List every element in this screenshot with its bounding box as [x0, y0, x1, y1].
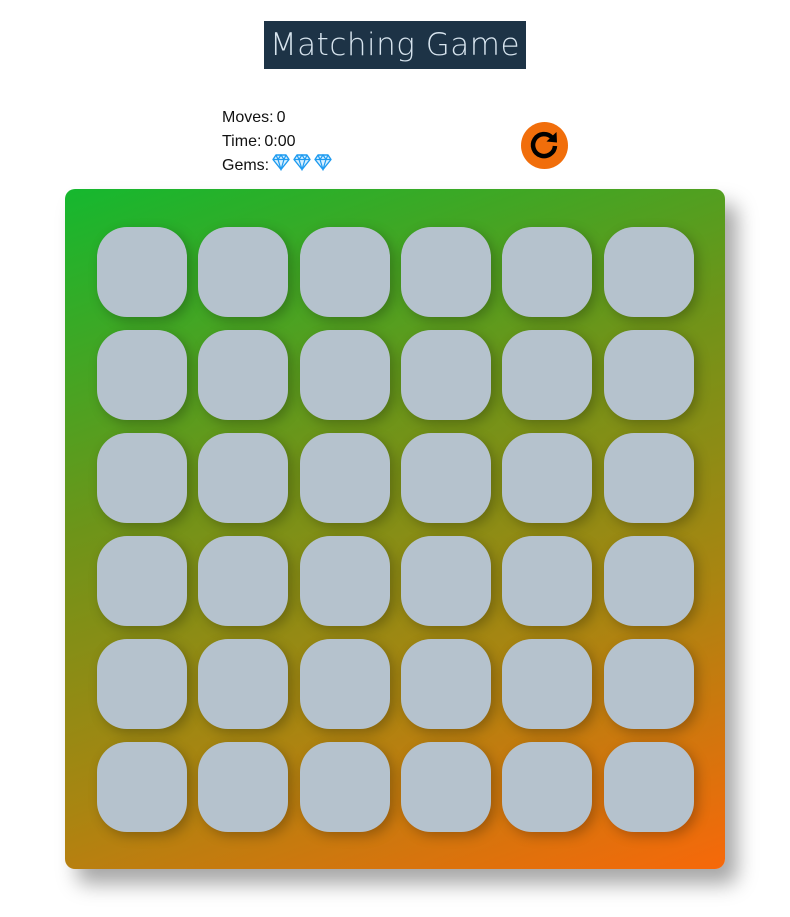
moves-value: 0 [276, 109, 286, 126]
card[interactable] [97, 742, 187, 832]
card[interactable] [603, 742, 694, 832]
card[interactable] [299, 433, 390, 523]
card[interactable] [400, 639, 491, 729]
card[interactable] [603, 536, 694, 626]
card[interactable] [502, 330, 593, 420]
card[interactable] [198, 742, 289, 832]
card[interactable] [400, 330, 491, 420]
score-panel: Moves: 0 Time: 0:00 Gems: [222, 106, 335, 178]
card[interactable] [400, 433, 491, 523]
card[interactable] [299, 330, 390, 420]
card[interactable] [502, 227, 593, 317]
card[interactable] [603, 330, 694, 420]
card[interactable] [198, 433, 289, 523]
card[interactable] [502, 536, 593, 626]
time-label: Time: [222, 133, 262, 150]
moves-counter: Moves: 0 [222, 106, 335, 130]
card[interactable] [97, 330, 187, 420]
card[interactable] [299, 639, 390, 729]
moves-label: Moves: [222, 109, 274, 126]
card[interactable] [603, 639, 694, 729]
card[interactable] [502, 742, 593, 832]
card[interactable] [198, 536, 289, 626]
card[interactable] [400, 536, 491, 626]
gems-list [272, 153, 335, 179]
card[interactable] [299, 536, 390, 626]
gems-label: Gems: [222, 157, 270, 174]
card[interactable] [603, 227, 694, 317]
game-board [65, 189, 725, 869]
card[interactable] [97, 433, 187, 523]
timer: Time: 0:00 [222, 130, 335, 154]
card[interactable] [502, 433, 593, 523]
restart-button[interactable] [521, 122, 568, 169]
card[interactable] [97, 536, 187, 626]
card[interactable] [400, 227, 491, 317]
card[interactable] [299, 742, 390, 832]
diamond-icon [293, 153, 311, 171]
card[interactable] [198, 639, 289, 729]
card[interactable] [198, 330, 289, 420]
card[interactable] [97, 639, 187, 729]
card[interactable] [502, 639, 593, 729]
page-title: Matching Game [264, 21, 526, 69]
diamond-icon [314, 153, 332, 171]
gems-rating: Gems: [222, 153, 335, 179]
card[interactable] [400, 742, 491, 832]
card[interactable] [603, 433, 694, 523]
time-value: 0:00 [264, 133, 296, 150]
restart-icon [530, 131, 558, 159]
card[interactable] [299, 227, 390, 317]
card[interactable] [97, 227, 187, 317]
card[interactable] [198, 227, 289, 317]
diamond-icon [272, 153, 290, 171]
